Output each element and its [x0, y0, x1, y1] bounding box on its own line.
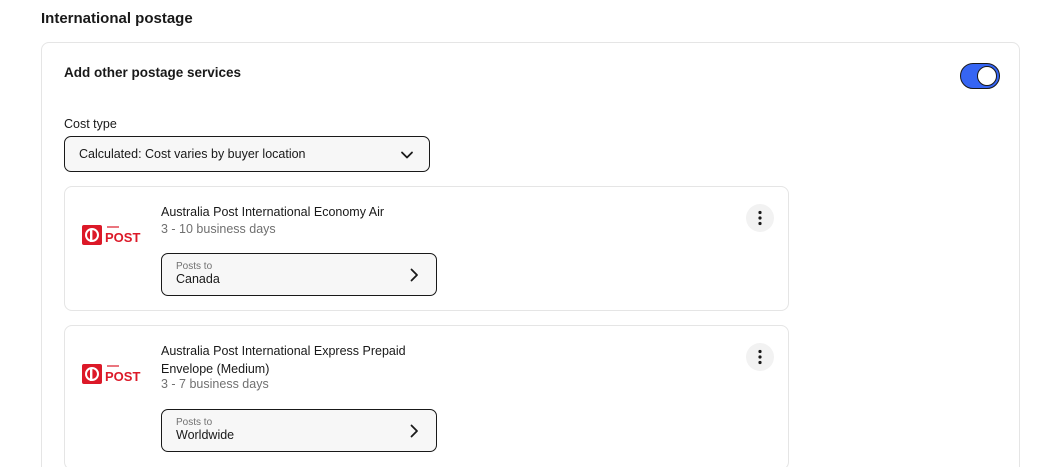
panel-heading: Add other postage services: [64, 65, 242, 80]
postage-panel: Add other postage services Cost type Cal…: [41, 42, 1020, 467]
chevron-right-icon: [410, 268, 418, 282]
logo-text: POST: [105, 230, 140, 245]
cost-type-label: Cost type: [64, 117, 117, 131]
australia-post-logo-icon: POST: [82, 364, 140, 384]
more-options-button[interactable]: [746, 343, 774, 371]
page: International postage Add other postage …: [0, 0, 1061, 467]
chevron-down-icon: [401, 151, 413, 159]
service-name: Australia Post International Economy Air: [161, 205, 385, 219]
posts-to-button[interactable]: Posts to Canada: [161, 253, 437, 296]
service-delivery-time: 3 - 10 business days: [161, 222, 276, 236]
service-card: POST Australia Post International Expres…: [64, 325, 789, 467]
logo-text: POST: [105, 369, 140, 384]
section-title: International postage: [41, 10, 193, 27]
australia-post-logo-icon: POST: [82, 225, 140, 245]
more-options-button[interactable]: [746, 204, 774, 232]
other-services-toggle[interactable]: [960, 63, 1000, 89]
service-name: Australia Post International Express Pre…: [161, 344, 406, 376]
posts-to-label: Posts to: [176, 417, 213, 428]
more-vertical-icon: [758, 210, 762, 226]
cost-type-value: Calculated: Cost varies by buyer locatio…: [79, 147, 306, 161]
service-card: POST Australia Post International Econom…: [64, 186, 789, 311]
posts-to-button[interactable]: Posts to Worldwide: [161, 409, 437, 452]
posts-to-label: Posts to: [176, 261, 213, 272]
posts-to-value: Worldwide: [176, 428, 235, 442]
toggle-knob: [977, 66, 997, 86]
chevron-right-icon: [410, 424, 418, 438]
more-vertical-icon: [758, 349, 762, 365]
service-delivery-time: 3 - 7 business days: [161, 377, 269, 391]
cost-type-select[interactable]: Calculated: Cost varies by buyer locatio…: [64, 136, 430, 172]
posts-to-value: Canada: [176, 272, 220, 286]
